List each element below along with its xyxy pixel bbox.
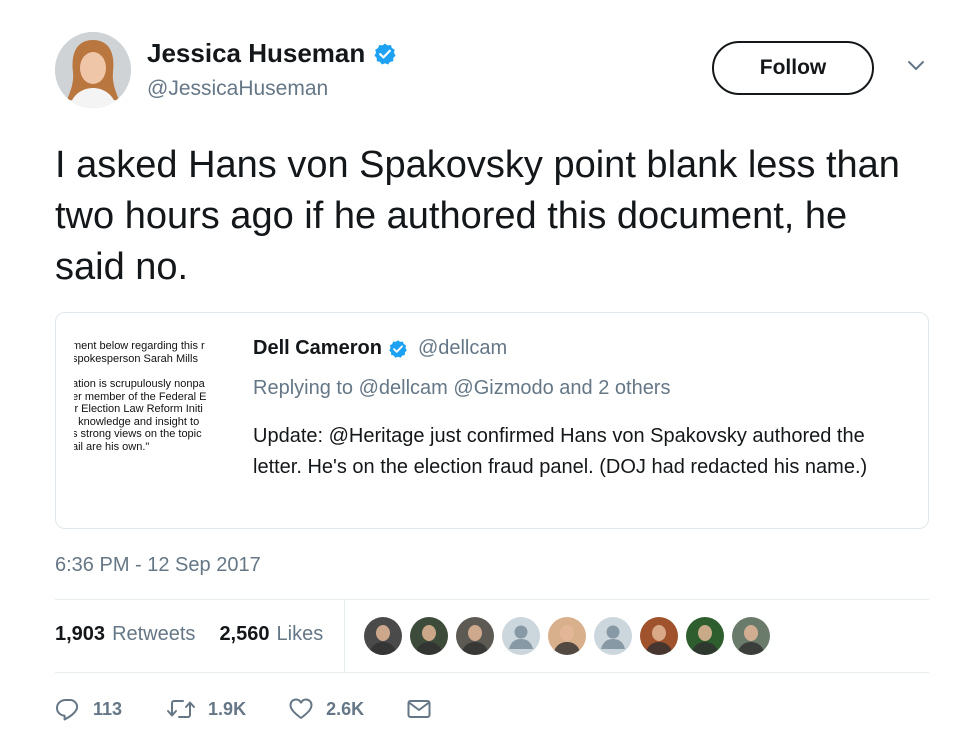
liker-avatar[interactable] (548, 617, 586, 655)
divider (55, 599, 929, 600)
author-handle[interactable]: @JessicaHuseman (147, 77, 328, 101)
author-name[interactable]: Jessica Huseman (147, 38, 365, 69)
tweet-stats: 1,903 Retweets 2,560 Likes (55, 623, 323, 646)
likes-label[interactable]: Likes (277, 623, 324, 646)
reply-count: 113 (93, 698, 123, 719)
liker-avatar[interactable] (364, 617, 402, 655)
liker-avatar[interactable] (594, 617, 632, 655)
quoted-tweet-card[interactable]: ment below regarding this r spokesperson… (55, 312, 929, 529)
liker-avatar[interactable] (640, 617, 678, 655)
envelope-icon (406, 698, 432, 720)
liker-avatar[interactable] (456, 617, 494, 655)
image-text-line: ! knowledge and insight to (74, 415, 200, 428)
image-text-line: er member of the Federal E (74, 390, 207, 403)
image-text-line: ment below regarding this r (74, 340, 205, 352)
retweets-label[interactable]: Retweets (112, 623, 195, 646)
direct-message-button[interactable] (406, 698, 432, 720)
liker-avatar[interactable] (410, 617, 448, 655)
quoted-author-name[interactable]: Dell Cameron (253, 337, 382, 360)
reply-button[interactable]: 113 (55, 697, 122, 721)
verified-badge-icon (388, 339, 408, 359)
verified-badge-icon (373, 42, 397, 66)
retweet-icon (166, 698, 196, 720)
retweets-count[interactable]: 1,903 (55, 623, 105, 646)
divider (55, 672, 929, 673)
tweet-actions: 113 1.9K 2.6K (55, 697, 432, 721)
heart-icon (288, 697, 314, 721)
author-avatar[interactable] (55, 32, 131, 108)
image-text-line: s strong views on the topic (74, 428, 202, 440)
quoted-tweet-text: Update: @Heritage just confirmed Hans vo… (253, 425, 868, 478)
image-text-line: ail are his own." (74, 440, 150, 453)
author-name-row: Jessica Huseman (147, 38, 397, 69)
liker-avatar[interactable] (502, 617, 540, 655)
image-text-line: spokesperson Sarah Mills (74, 352, 198, 365)
retweet-count: 1.9K (208, 698, 247, 719)
chevron-down-icon[interactable] (905, 58, 927, 74)
quoted-tweet-image[interactable]: ment below regarding this r spokesperson… (74, 328, 236, 488)
liker-avatar[interactable] (732, 617, 770, 655)
like-count: 2.6K (326, 698, 365, 719)
divider (344, 600, 345, 672)
tweet-timestamp[interactable]: 6:36 PM - 12 Sep 2017 (55, 554, 261, 577)
retweet-button[interactable]: 1.9K (166, 698, 246, 720)
reply-context: Replying to @dellcam @Gizmodo and 2 othe… (253, 377, 671, 399)
follow-button[interactable]: Follow (712, 41, 874, 95)
quoted-author-handle[interactable]: @dellcam (418, 337, 507, 360)
reply-icon (55, 697, 81, 721)
likes-count[interactable]: 2,560 (219, 623, 269, 646)
image-text-line: ation is scrupulously nonpa (74, 378, 205, 390)
tweet-text: I asked Hans von Spakovsky point blank l… (55, 144, 900, 288)
liker-avatar[interactable] (686, 617, 724, 655)
like-button[interactable]: 2.6K (288, 697, 364, 721)
quoted-tweet-header: Dell Cameron @dellcam (253, 337, 507, 360)
image-text-line: ir Election Law Reform Initi (74, 403, 203, 415)
likers-avatars (364, 617, 770, 655)
